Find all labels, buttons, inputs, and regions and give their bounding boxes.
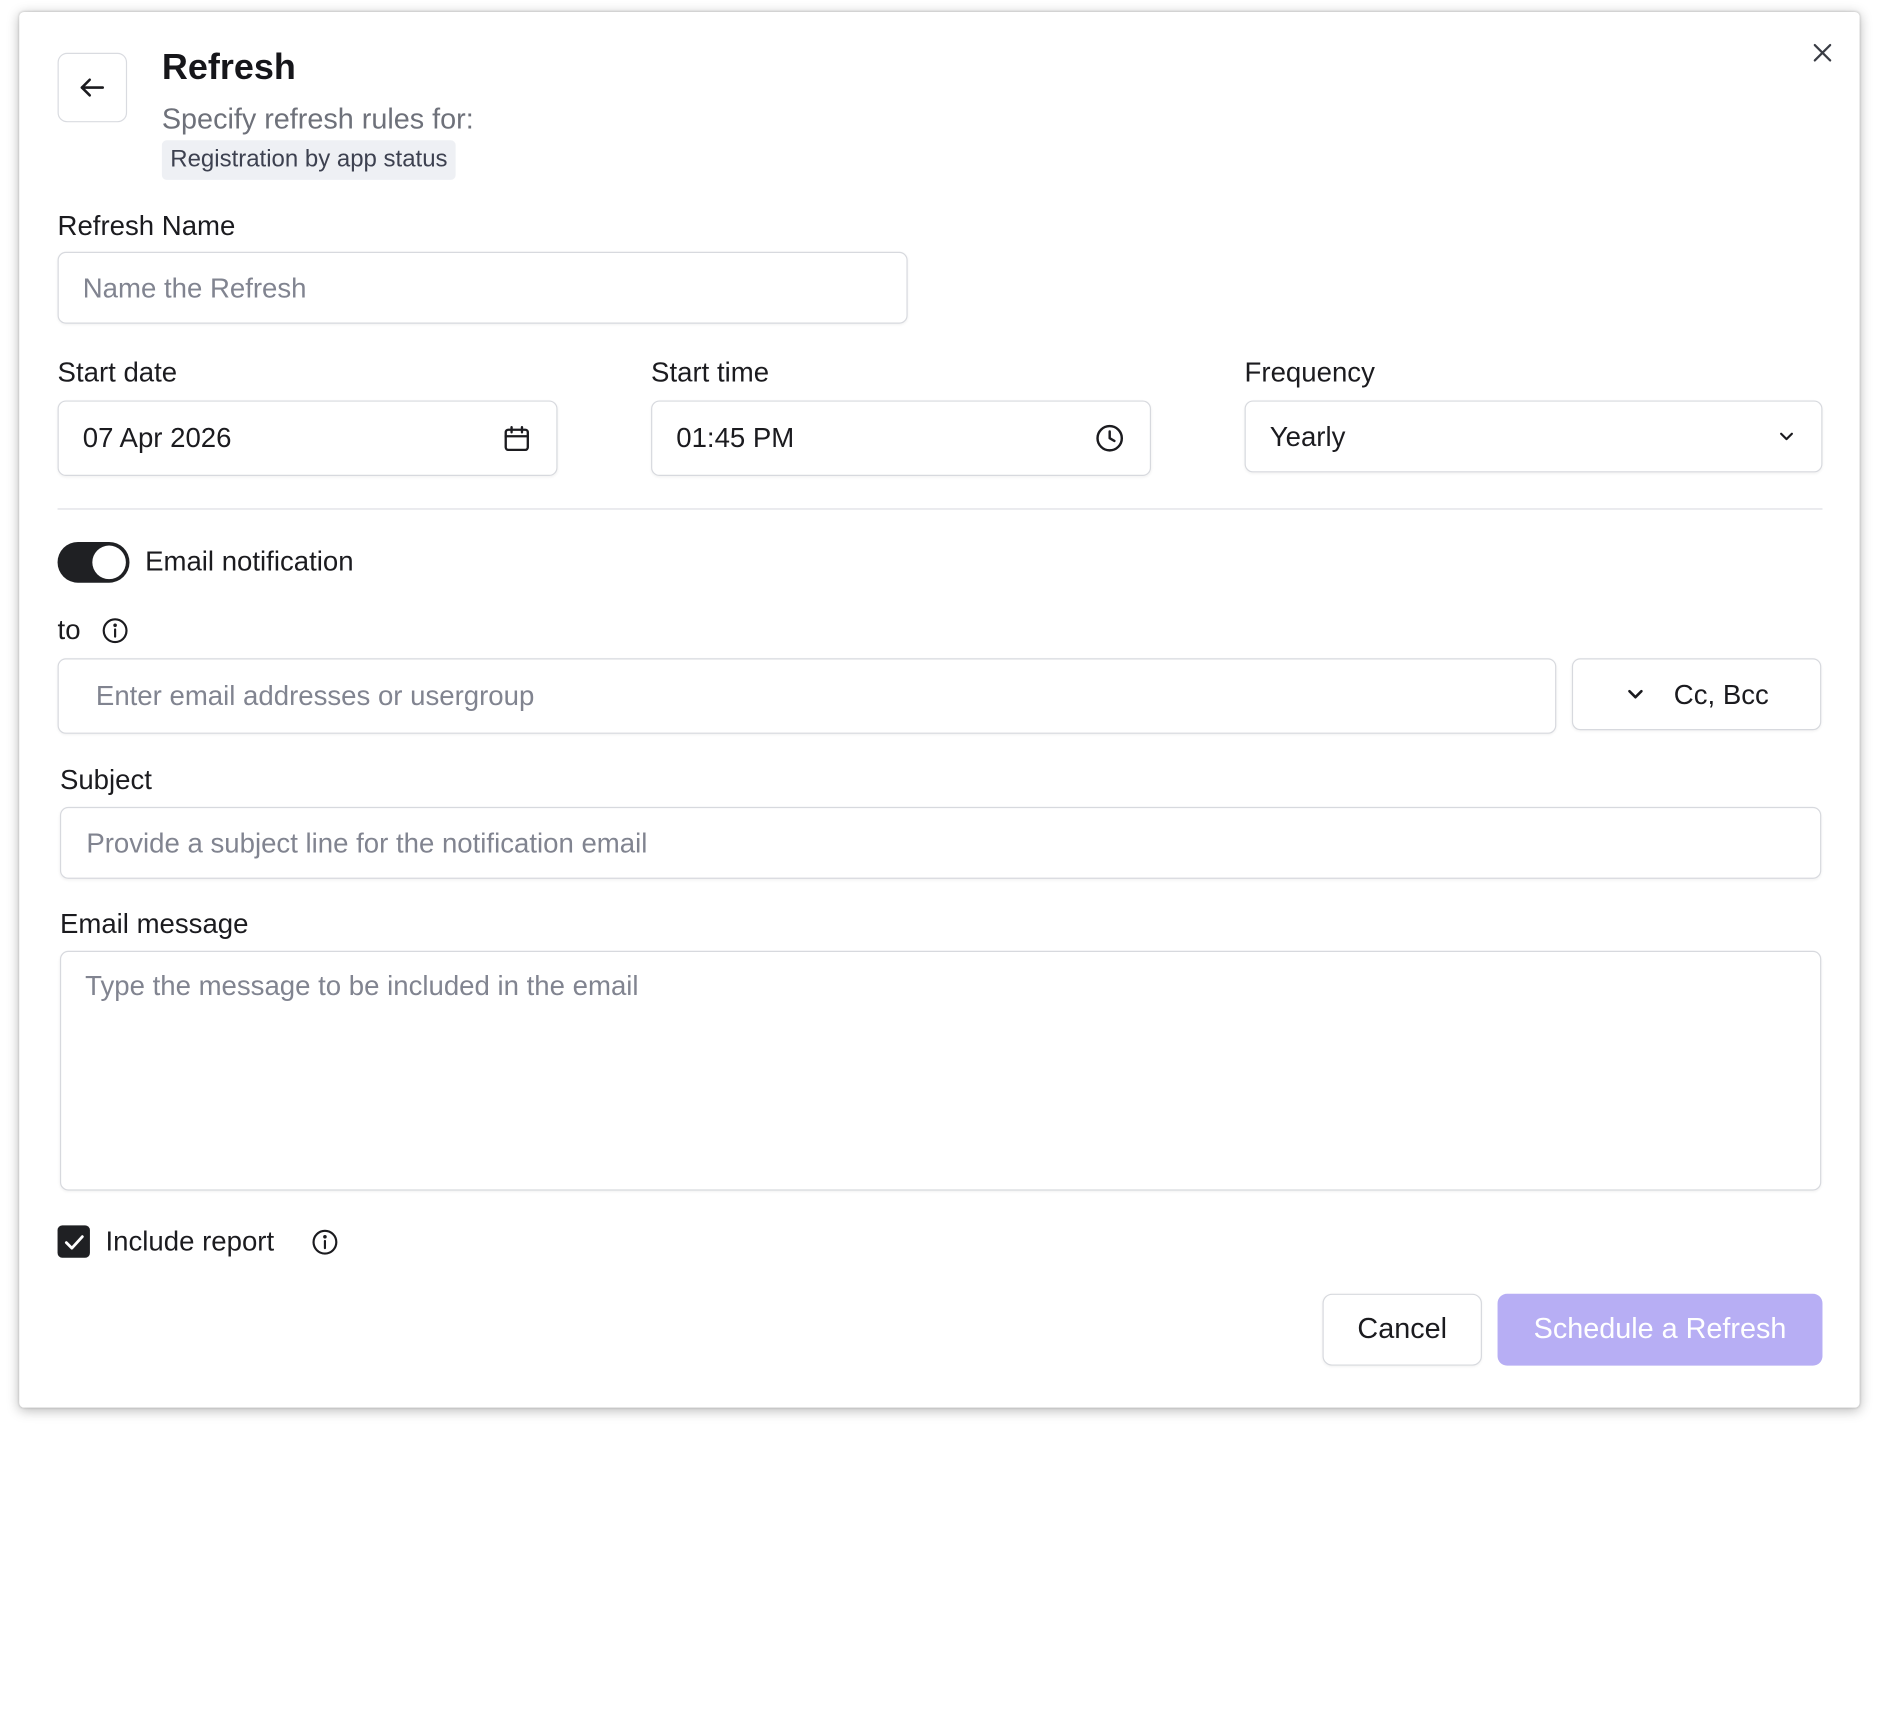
toggle-knob [92, 545, 126, 580]
email-notification-label: Email notification [145, 545, 354, 577]
to-label: to [57, 613, 81, 646]
refresh-name-field [57, 251, 908, 324]
email-message-label: Email message [59, 907, 249, 939]
report-name: Registration by app status [170, 146, 448, 173]
cc-bcc-button[interactable]: Cc, Bcc [1571, 658, 1822, 731]
refresh-name-input[interactable] [82, 271, 883, 304]
schedule-refresh-button-label: Schedule a Refresh [1533, 1312, 1787, 1346]
calendar-icon[interactable] [501, 423, 532, 454]
dialog-title: Refresh [161, 47, 296, 88]
section-divider [57, 508, 1823, 510]
email-message-input[interactable] [85, 969, 1797, 1174]
recipients-input[interactable] [95, 679, 1518, 713]
start-date-field[interactable]: 07 Apr 2026 [57, 400, 558, 477]
include-report-label: Include report [105, 1225, 275, 1257]
recipients-field [57, 658, 1557, 734]
subject-label: Subject [59, 763, 152, 795]
frequency-select[interactable]: Yearly [1244, 400, 1823, 473]
frequency-label: Frequency [1244, 356, 1375, 388]
email-notification-toggle[interactable] [57, 541, 130, 583]
close-button[interactable] [1806, 36, 1840, 70]
close-icon [1813, 43, 1832, 62]
cancel-button-label: Cancel [1357, 1312, 1448, 1346]
include-report-checkbox[interactable] [57, 1225, 90, 1258]
subject-input[interactable] [86, 826, 1795, 860]
refresh-name-label: Refresh Name [57, 209, 236, 241]
checkmark-icon [64, 1234, 84, 1249]
start-date-label: Start date [57, 356, 178, 388]
frequency-value: Yearly [1269, 420, 1346, 452]
cc-bcc-label: Cc, Bcc [1673, 678, 1769, 710]
start-date-value: 07 Apr 2026 [82, 422, 232, 454]
subject-field [59, 806, 1822, 879]
info-icon[interactable] [311, 1228, 340, 1257]
chevron-down-icon [1628, 689, 1643, 699]
schedule-refresh-button[interactable]: Schedule a Refresh [1497, 1293, 1823, 1366]
arrow-left-icon [80, 78, 105, 97]
cancel-button[interactable]: Cancel [1322, 1293, 1482, 1366]
start-time-label: Start time [651, 356, 770, 388]
refresh-dialog: Refresh Specify refresh rules for: Regis… [19, 11, 1860, 1408]
info-icon[interactable] [101, 616, 130, 645]
chevron-down-icon [1780, 432, 1793, 441]
dialog-subtitle: Specify refresh rules for: [161, 103, 474, 136]
clock-icon[interactable] [1093, 422, 1125, 454]
email-message-field [59, 950, 1822, 1191]
report-name-chip: Registration by app status [161, 140, 456, 180]
start-time-field[interactable]: 01:45 PM [651, 400, 1152, 477]
back-button[interactable] [57, 52, 128, 123]
start-time-value: 01:45 PM [676, 422, 795, 454]
